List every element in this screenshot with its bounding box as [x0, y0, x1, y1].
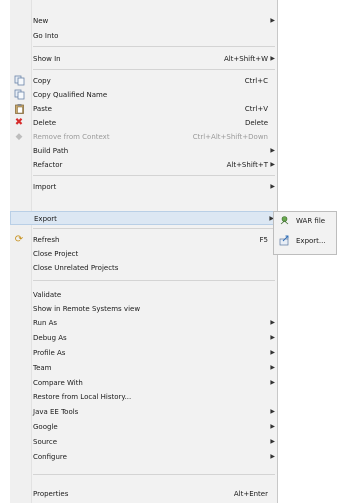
menu-item-remove-from-context[interactable]: ◆ Remove from Context Ctrl+Alt+Shift+Dow…: [10, 130, 278, 144]
remove-context-icon: ◆: [15, 132, 23, 142]
menu-item-shortcut: F5: [259, 236, 268, 244]
menu-item-compare-with[interactable]: Compare With ▶: [10, 376, 278, 390]
context-menu: New ▶ Go Into Show In Alt+Shift+W ▶ Copy…: [10, 0, 278, 503]
submenu-arrow-icon: ▶: [270, 364, 275, 371]
menu-item-label: Configure: [33, 453, 67, 461]
menu-separator: [33, 280, 275, 281]
menu-item-label: Import: [33, 183, 57, 191]
copy-icon: [13, 75, 25, 87]
submenu-arrow-icon: ▶: [270, 55, 275, 62]
menu-item-refactor[interactable]: Refactor Alt+Shift+T ▶: [10, 158, 278, 172]
menu-separator: [33, 46, 275, 47]
menu-item-paste[interactable]: Paste Ctrl+V: [10, 102, 278, 116]
menu-item-label: New: [33, 17, 49, 25]
menu-item-label: Copy: [33, 77, 51, 85]
menu-item-source[interactable]: Source ▶: [10, 435, 278, 449]
menu-item-label: Go Into: [33, 32, 59, 40]
submenu-arrow-icon: ▶: [270, 183, 275, 190]
menu-item-label: Java EE Tools: [33, 408, 79, 416]
submenu-arrow-icon: ▶: [270, 17, 275, 24]
menu-item-build-path[interactable]: Build Path ▶: [10, 144, 278, 158]
menu-item-import[interactable]: Import ▶: [10, 180, 278, 194]
menu-item-label: Source: [33, 438, 58, 446]
menu-item-show-in-remote-systems[interactable]: Show in Remote Systems view: [10, 302, 278, 316]
menu-item-profile-as[interactable]: Profile As ▶: [10, 346, 278, 360]
menu-item-shortcut: Alt+Shift+W: [223, 55, 268, 63]
submenu-arrow-icon: ▶: [270, 319, 275, 326]
submenu-item-label: Export...: [296, 237, 326, 245]
delete-x-icon: ✖: [14, 117, 24, 128]
menu-item-label: Compare With: [33, 379, 83, 387]
menu-item-copy[interactable]: Copy Ctrl+C: [10, 74, 278, 88]
menu-item-shortcut: Delete: [245, 119, 268, 127]
menu-item-label: Profile As: [33, 349, 66, 357]
menu-item-label: Close Unrelated Projects: [33, 264, 119, 272]
menu-item-configure[interactable]: Configure ▶: [10, 450, 278, 464]
menu-item-label: Close Project: [33, 250, 79, 258]
copy-qualified-icon: [13, 89, 25, 101]
menu-item-team[interactable]: Team ▶: [10, 361, 278, 375]
menu-item-refresh[interactable]: ⟳ Refresh F5: [10, 233, 278, 247]
war-file-icon: [278, 215, 290, 227]
menu-item-label: Properties: [33, 490, 69, 498]
menu-item-restore-from-local-history[interactable]: Restore from Local History...: [10, 390, 278, 404]
menu-item-show-in[interactable]: Show In Alt+Shift+W ▶: [10, 52, 278, 66]
menu-item-shortcut: Alt+Shift+T: [226, 161, 268, 169]
menu-item-label: Build Path: [33, 147, 69, 155]
submenu-arrow-icon: ▶: [270, 438, 275, 445]
menu-item-label: Team: [33, 364, 52, 372]
menu-item-label: Google: [33, 423, 58, 431]
menu-item-label: Copy Qualified Name: [33, 91, 108, 99]
export-submenu: WAR file Export...: [273, 211, 337, 255]
menu-item-label: Restore from Local History...: [33, 393, 132, 401]
menu-separator: [33, 228, 275, 229]
submenu-arrow-icon: ▶: [270, 453, 275, 460]
menu-item-label: Remove from Context: [33, 133, 110, 141]
menu-item-label: Paste: [33, 105, 52, 113]
menu-item-java-ee-tools[interactable]: Java EE Tools ▶: [10, 405, 278, 419]
submenu-item-export[interactable]: Export...: [274, 234, 336, 248]
submenu-arrow-icon: ▶: [270, 349, 275, 356]
menu-item-properties[interactable]: Properties Alt+Enter: [10, 487, 278, 501]
menu-item-label: Show In: [33, 55, 61, 63]
menu-item-go-into[interactable]: Go Into: [10, 29, 278, 43]
menu-item-label: Refresh: [33, 236, 60, 244]
submenu-arrow-icon: ▶: [270, 147, 275, 154]
menu-separator: [33, 175, 275, 176]
submenu-arrow-icon: ▶: [270, 408, 275, 415]
submenu-item-war-file[interactable]: WAR file: [274, 214, 336, 228]
submenu-arrow-icon: ▶: [270, 334, 275, 341]
submenu-arrow-icon: ▶: [270, 161, 275, 168]
menu-item-label: Delete: [33, 119, 56, 127]
menu-item-new[interactable]: New ▶: [10, 14, 278, 28]
menu-item-label: Refactor: [33, 161, 63, 169]
paste-icon: [13, 103, 25, 115]
submenu-arrow-icon: ▶: [270, 379, 275, 386]
export-icon: [278, 235, 290, 247]
menu-item-close-unrelated-projects[interactable]: Close Unrelated Projects: [10, 261, 278, 275]
submenu-arrow-icon: ▶: [270, 423, 275, 430]
menu-separator: [33, 474, 275, 475]
menu-item-shortcut: Alt+Enter: [233, 490, 268, 498]
menu-item-google[interactable]: Google ▶: [10, 420, 278, 434]
menu-item-debug-as[interactable]: Debug As ▶: [10, 331, 278, 345]
menu-item-close-project[interactable]: Close Project: [10, 247, 278, 261]
menu-item-label: Run As: [33, 319, 58, 327]
menu-item-shortcut: Ctrl+Alt+Shift+Down: [192, 133, 268, 141]
menu-item-label: Show in Remote Systems view: [33, 305, 141, 313]
menu-item-validate[interactable]: Validate: [10, 288, 278, 302]
menu-item-label: Debug As: [33, 334, 67, 342]
menu-item-label: Export: [34, 215, 57, 223]
refresh-icon: ⟳: [14, 234, 24, 245]
menu-item-shortcut: Ctrl+V: [244, 105, 268, 113]
submenu-item-label: WAR file: [296, 217, 326, 225]
menu-item-run-as[interactable]: Run As ▶: [10, 316, 278, 330]
menu-separator: [33, 69, 275, 70]
menu-item-export[interactable]: Export ▶: [10, 211, 278, 225]
menu-item-delete[interactable]: ✖ Delete Delete: [10, 116, 278, 130]
menu-item-copy-qualified-name[interactable]: Copy Qualified Name: [10, 88, 278, 102]
menu-item-shortcut: Ctrl+C: [244, 77, 268, 85]
menu-item-label: Validate: [33, 291, 62, 299]
